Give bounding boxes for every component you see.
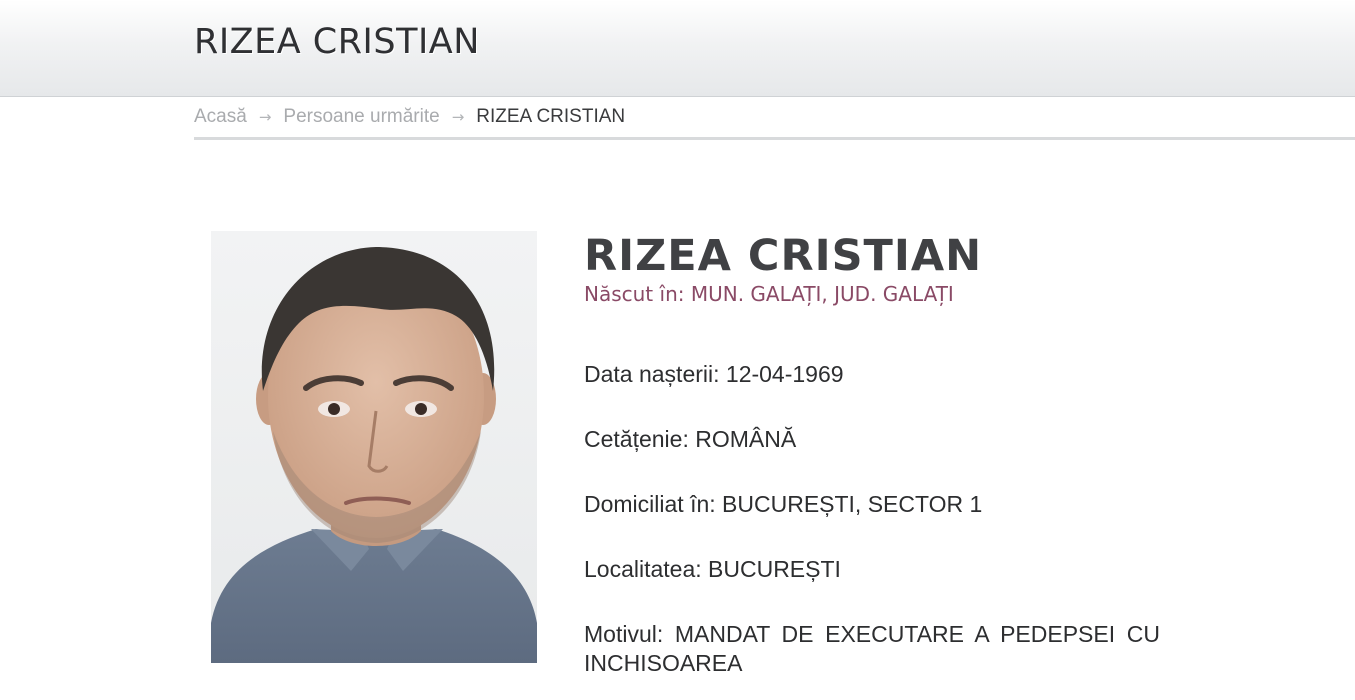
person-name: RIZEA CRISTIAN: [584, 231, 983, 281]
field-citizenship: Cetățenie: ROMÂNĂ: [584, 426, 797, 452]
breadcrumb: Acasă → Persoane urmărite → RIZEA CRISTI…: [194, 106, 625, 128]
person-profile: RIZEA CRISTIAN Născut în: MUN. GALAȚI, J…: [584, 231, 1164, 676]
field-reason: Motivul: MANDAT DE EXECUTARE A PEDEPSEI …: [584, 621, 1160, 676]
breadcrumb-divider: [194, 137, 1355, 140]
page-header-bar: RIZEA CRISTIAN: [0, 0, 1355, 97]
field-residence: Domiciliat în: BUCUREȘTI, SECTOR 1: [584, 491, 983, 517]
page-title: RIZEA CRISTIAN: [194, 22, 480, 62]
arrow-right-icon: →: [451, 108, 465, 126]
person-photo: [211, 231, 537, 663]
field-locality: Localitatea: BUCUREȘTI: [584, 556, 841, 582]
breadcrumb-home-link[interactable]: Acasă: [194, 106, 247, 128]
breadcrumb-wanted-persons-link[interactable]: Persoane urmărite: [283, 106, 439, 128]
field-birth-date: Data nașterii: 12-04-1969: [584, 361, 844, 387]
person-birthplace: Născut în: MUN. GALAȚI, JUD. GALAȚI: [584, 282, 954, 306]
breadcrumb-current: RIZEA CRISTIAN: [476, 106, 626, 127]
arrow-right-icon: →: [258, 108, 272, 126]
